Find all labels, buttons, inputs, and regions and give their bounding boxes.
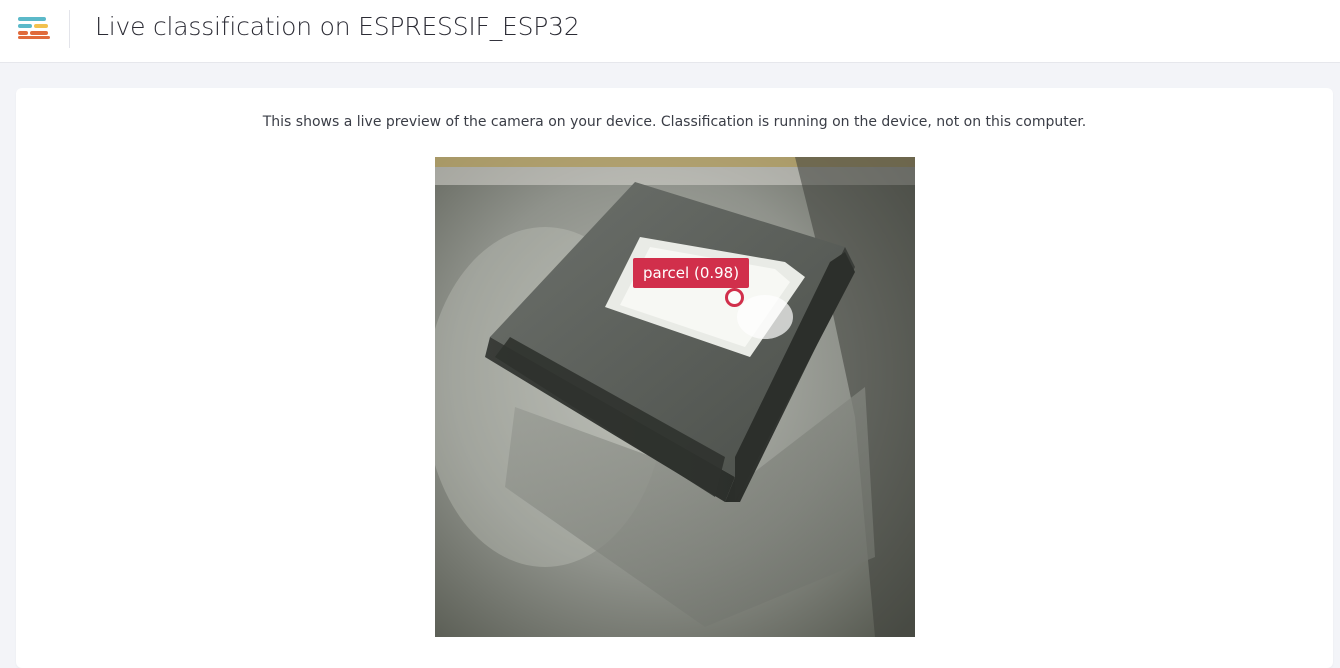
live-classification-card: This shows a live preview of the camera … (16, 88, 1333, 668)
preview-description: This shows a live preview of the camera … (262, 114, 1087, 130)
detection-label-badge: parcel (0.98) (633, 258, 750, 288)
camera-feed-image (435, 157, 915, 637)
app-header: Live classification on ESPRESSIF_ESP32 (0, 0, 1340, 63)
detection-marker-icon (725, 288, 744, 307)
page-title: Live classification on ESPRESSIF_ESP32 (95, 12, 580, 41)
header-divider (69, 10, 70, 48)
edge-impulse-logo-icon[interactable] (16, 15, 52, 43)
